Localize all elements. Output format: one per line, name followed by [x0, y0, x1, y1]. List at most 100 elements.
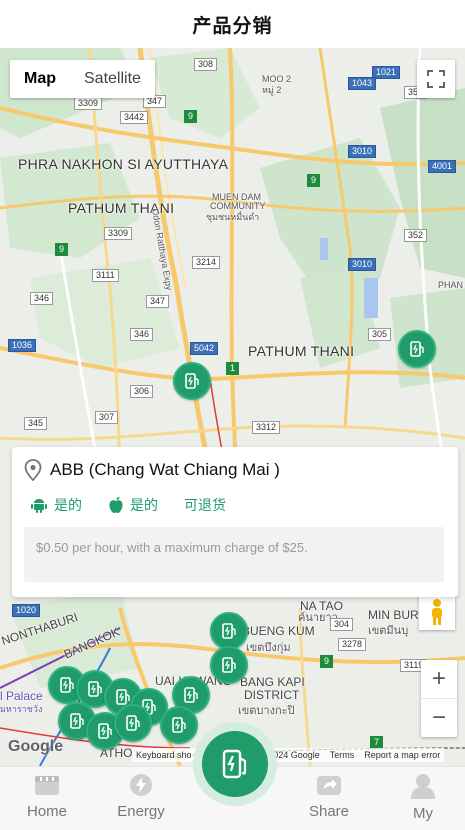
place-label: PATHUM THANI	[248, 343, 355, 359]
apple-icon	[109, 496, 123, 513]
tab-share-label: Share	[308, 803, 350, 820]
place-label: เขตบึงกุ่ม	[246, 642, 291, 654]
location-pin-icon	[24, 459, 42, 481]
route-shield: 1020	[12, 604, 41, 617]
route-shield: 9	[55, 243, 69, 256]
route-shield: 347	[146, 295, 170, 308]
terms-link[interactable]: Terms	[330, 750, 355, 760]
tab-my[interactable]: My	[388, 773, 458, 822]
android-label: 是的	[54, 498, 82, 514]
share-icon	[317, 776, 341, 795]
charger-icon	[126, 715, 140, 731]
route-shield: 9	[184, 110, 198, 123]
route-shield: 3010	[348, 258, 377, 271]
place-label: ชุมชนหมื่นดำ	[206, 212, 260, 222]
map-type-control: Map Satellite	[10, 60, 155, 98]
station-name-row: ABB (Chang Wat Chiang Mai )	[24, 459, 280, 481]
tab-energy-label: Energy	[117, 803, 165, 820]
route-shield: 3312	[252, 421, 281, 434]
charger-icon	[60, 677, 74, 693]
tab-home[interactable]: Home	[12, 773, 82, 820]
map-type-map-button[interactable]: Map	[10, 60, 70, 98]
apple-label: 是的	[130, 498, 158, 514]
home-icon	[35, 776, 59, 795]
place-label: มหาราชวัง	[0, 704, 43, 714]
charger-icon	[410, 341, 424, 357]
route-shield: 346	[30, 292, 54, 305]
route-shield: 306	[130, 385, 154, 398]
charging-center-inner	[202, 731, 268, 797]
route-shield: 352	[404, 229, 428, 242]
place-label: l Palace	[0, 689, 43, 703]
place-label: MIN BUR	[368, 608, 419, 622]
route-shield: 3111	[92, 269, 119, 282]
fullscreen-icon	[427, 70, 445, 88]
station-marker[interactable]	[173, 362, 211, 400]
apple-support: 是的	[108, 495, 158, 515]
station-name: ABB (Chang Wat Chiang Mai )	[50, 460, 280, 479]
route-shield: 308	[194, 58, 218, 71]
route-shield: 5042	[190, 342, 219, 355]
zoom-control: + −	[421, 660, 457, 737]
map-attribution: Keyboard sho ©2024 Google Terms Report a…	[132, 748, 445, 762]
android-support: 是的	[30, 495, 82, 515]
google-logo: Google	[8, 738, 64, 755]
station-description: $0.50 per hour, with a maximum charge of…	[24, 527, 444, 582]
place-label: หมู่ 2	[262, 85, 282, 95]
route-shield: 304	[330, 618, 354, 631]
station-info-card[interactable]: ABB (Chang Wat Chiang Mai ) 是的 是的 可退货 $0…	[12, 447, 458, 597]
route-shield: 345	[24, 417, 48, 430]
charger-icon	[185, 373, 199, 389]
app-header: 产品分销	[0, 0, 465, 48]
station-features: 是的 是的 可退货	[30, 495, 252, 515]
tab-my-label: My	[413, 805, 433, 822]
route-shield: 305	[368, 328, 392, 341]
zoom-out-button[interactable]: −	[421, 698, 457, 737]
place-label: BUENG KUM	[242, 624, 315, 638]
route-shield: 1036	[8, 339, 37, 352]
charging-center-button[interactable]	[193, 722, 277, 806]
station-marker[interactable]	[210, 646, 248, 684]
charger-icon	[184, 687, 198, 703]
route-shield: 3309	[74, 97, 103, 110]
route-shield: 346	[130, 328, 154, 341]
tab-home-label: Home	[26, 803, 67, 820]
route-shield: 3442	[120, 111, 149, 124]
pegman-icon	[432, 599, 442, 625]
street-view-button[interactable]	[419, 594, 455, 630]
station-marker[interactable]	[114, 704, 152, 742]
user-icon	[411, 774, 435, 799]
charger-icon	[88, 681, 102, 697]
route-shield: 3214	[192, 256, 221, 269]
energy-icon	[130, 774, 152, 796]
map-view[interactable]: MOO 2 หมู่ 2 PHRA NAKHON SI AYUTTHAYA PA…	[0, 48, 465, 766]
route-shield: 9	[307, 174, 321, 187]
report-error-link[interactable]: Report a map error	[364, 750, 440, 760]
route-shield: 3309	[104, 227, 133, 240]
place-label: PHAN	[438, 280, 464, 290]
station-marker[interactable]	[398, 330, 436, 368]
page-title: 产品分销	[192, 14, 273, 37]
charger-icon	[98, 723, 112, 739]
map-type-satellite-button[interactable]: Satellite	[70, 60, 155, 98]
station-marker[interactable]	[160, 706, 198, 744]
fullscreen-button[interactable]	[417, 60, 455, 98]
route-shield: 1043	[348, 77, 377, 90]
tab-energy[interactable]: Energy	[106, 773, 176, 820]
charger-icon	[70, 713, 84, 729]
refund-label: 可退货	[184, 498, 226, 514]
refund-support: 可退货	[184, 495, 226, 515]
route-shield: 1021	[372, 66, 401, 79]
charger-icon	[172, 717, 186, 733]
place-label: PHRA NAKHON SI AYUTTHAYA	[18, 156, 229, 172]
place-label: เขตบางกะปิ	[238, 705, 295, 717]
station-marker[interactable]	[210, 612, 248, 650]
place-label: DISTRICT	[244, 688, 300, 702]
route-shield: 3278	[338, 638, 367, 651]
route-shield: 1	[226, 362, 240, 375]
tab-share[interactable]: Share	[294, 773, 364, 820]
keyboard-shortcuts-link[interactable]: Keyboard sho	[136, 750, 192, 760]
charger-icon	[222, 657, 236, 673]
zoom-in-button[interactable]: +	[421, 660, 457, 698]
android-icon	[31, 499, 47, 513]
